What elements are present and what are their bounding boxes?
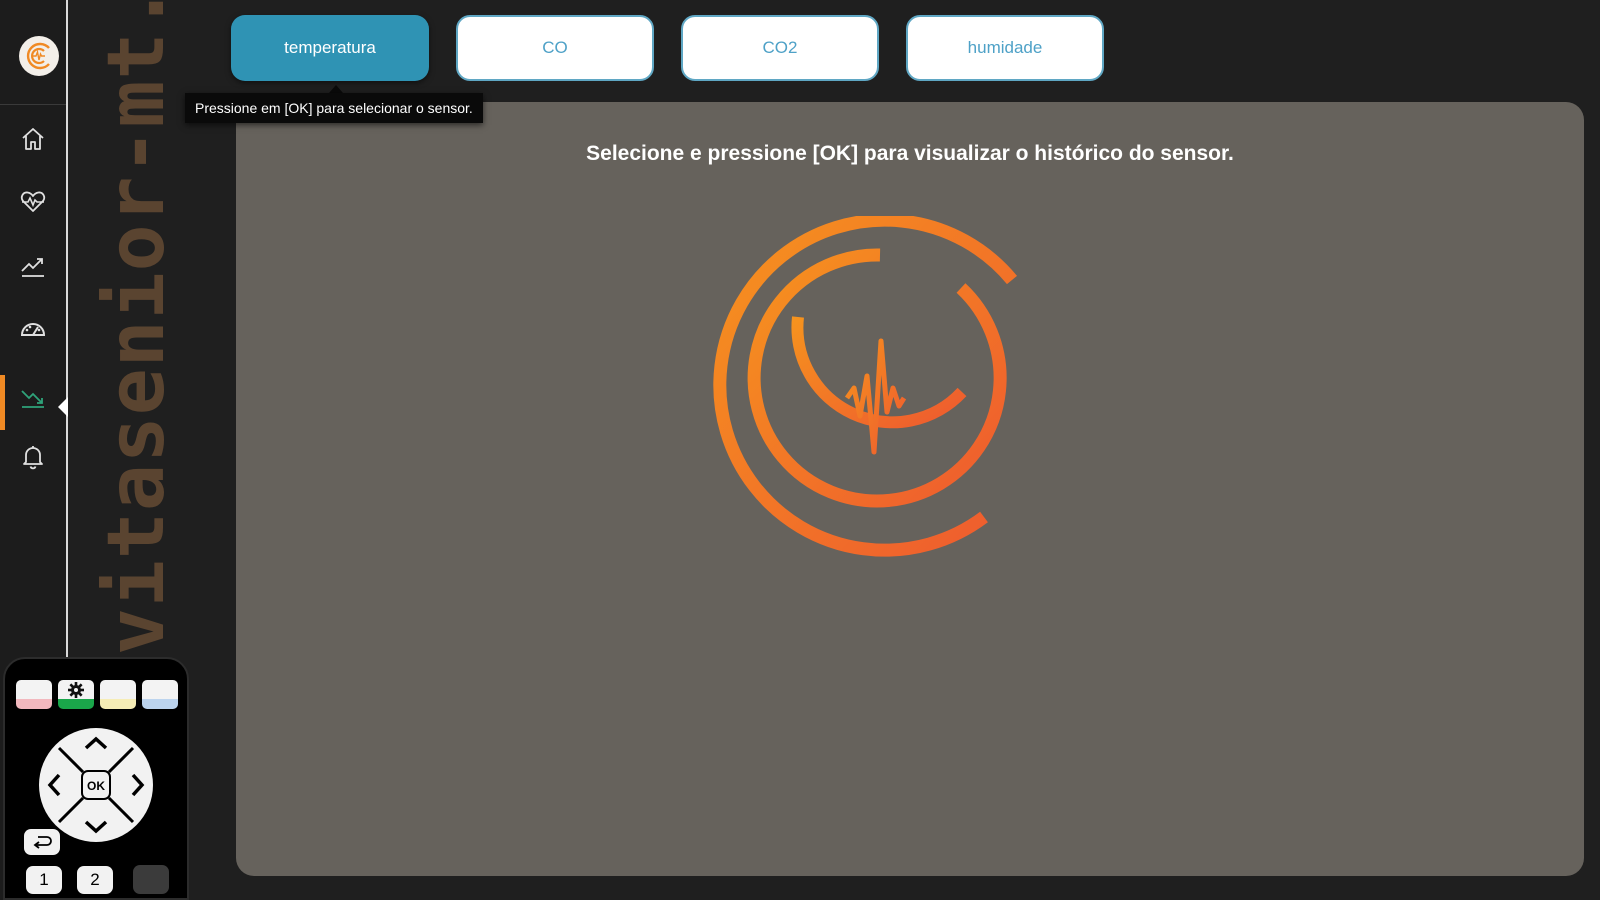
tab-temperatura[interactable]: temperatura — [231, 15, 429, 81]
tab-co2[interactable]: CO2 — [681, 15, 879, 81]
gear-icon — [68, 682, 84, 698]
red-button[interactable] — [16, 680, 52, 709]
active-pointer-icon — [58, 397, 68, 417]
blue-button[interactable] — [142, 680, 178, 709]
app-logo — [19, 36, 59, 76]
ok-button[interactable]: OK — [87, 779, 105, 793]
tab-humidade[interactable]: humidade — [906, 15, 1104, 81]
tooltip: Pressione em [OK] para selecionar o sens… — [185, 93, 483, 123]
bell-icon — [23, 446, 43, 470]
vitasenior-big-logo-icon — [713, 216, 1018, 557]
watermark-text: vitasenior-mt.ipt — [92, 0, 182, 655]
tooltip-arrow — [329, 85, 343, 93]
dpad[interactable]: OK — [37, 726, 155, 844]
trending-down-icon — [21, 390, 44, 408]
instruction-message: Selecione e pressione [OK] para visualiz… — [586, 142, 1234, 165]
dashboard-gauge-icon — [20, 323, 46, 336]
dark-button[interactable] — [133, 865, 169, 894]
remote-control: OK 1 2 — [3, 657, 189, 900]
settings-button[interactable] — [58, 680, 94, 709]
tab-co[interactable]: CO — [456, 15, 654, 81]
sidebar-item-stats[interactable] — [0, 240, 66, 292]
sidebar-item-home[interactable] — [0, 113, 66, 165]
yellow-button[interactable] — [100, 680, 136, 709]
sidebar-item-sensor-history[interactable] — [0, 370, 66, 422]
sensor-history-panel: Selecione e pressione [OK] para visualiz… — [236, 102, 1584, 876]
heart-monitor-icon — [20, 191, 46, 212]
sidebar-divider — [0, 104, 66, 105]
sidebar-item-alerts[interactable] — [0, 430, 66, 482]
sidebar-item-vitals[interactable] — [0, 176, 66, 228]
back-button[interactable] — [24, 829, 60, 855]
return-arrow-icon — [33, 836, 52, 849]
home-icon — [22, 128, 44, 150]
trending-up-icon — [21, 258, 44, 277]
vitasenior-logo-icon — [26, 42, 50, 70]
sidebar-item-dashboard[interactable] — [0, 303, 66, 355]
num1-button[interactable]: 1 — [26, 866, 62, 894]
num2-button[interactable]: 2 — [77, 866, 113, 894]
